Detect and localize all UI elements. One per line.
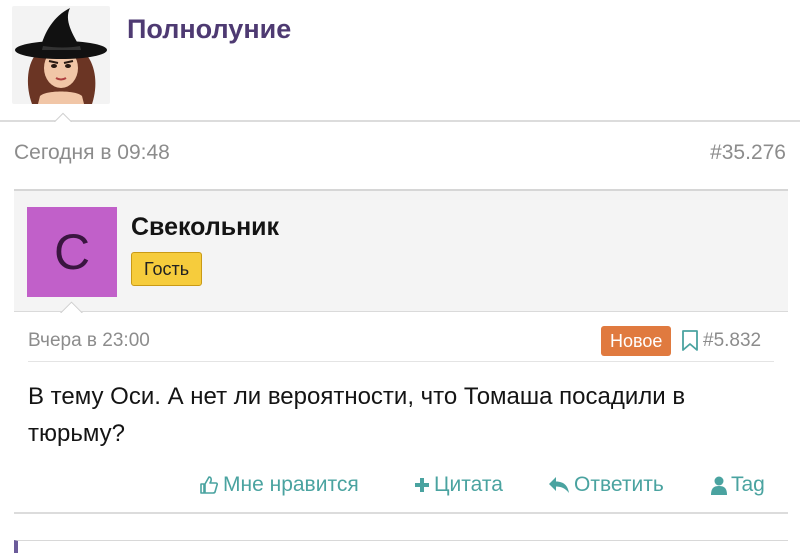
- quote-button[interactable]: Цитата: [414, 472, 503, 498]
- post-footer-divider: [14, 512, 788, 514]
- witch-avatar-image: [15, 8, 107, 104]
- reply-label: Ответить: [574, 473, 664, 496]
- quote-author-header: C Свекольник Гость: [14, 191, 788, 312]
- post-date[interactable]: Сегодня в 09:48: [14, 141, 170, 165]
- quote-text: В тему Оси. А нет ли вероятности, что То…: [28, 383, 686, 447]
- quote-label: Цитата: [434, 473, 503, 496]
- bookmark-icon[interactable]: [681, 330, 699, 351]
- like-button[interactable]: Мне нравится: [199, 472, 359, 498]
- quote-pointer: [59, 300, 83, 313]
- post-number[interactable]: #35.276: [710, 141, 786, 165]
- thumbs-up-icon: [200, 476, 218, 494]
- quote-date[interactable]: Вчера в 23:00: [28, 330, 150, 352]
- quote-author-avatar[interactable]: C: [27, 207, 117, 297]
- header-pointer: [52, 111, 74, 122]
- new-badge: Новое: [601, 326, 672, 356]
- header-divider: [0, 120, 800, 122]
- tag-label: Tag: [731, 473, 765, 496]
- guest-badge: Гость: [131, 252, 203, 286]
- plus-icon: [415, 478, 429, 492]
- quote-date-divider: [28, 361, 774, 362]
- like-label: Мне нравится: [223, 473, 359, 496]
- reply-button[interactable]: Ответить: [548, 472, 664, 498]
- user-icon: [711, 476, 727, 495]
- quote-number[interactable]: #5.832: [703, 330, 761, 352]
- next-post-box: [14, 540, 788, 553]
- quote-author-name[interactable]: Свекольник: [131, 213, 279, 242]
- quoted-message: C Свекольник Гость Вчера в 23:00 Новое #…: [14, 189, 788, 514]
- poster-avatar[interactable]: [12, 6, 110, 104]
- poster-name[interactable]: Полнолуние: [127, 14, 291, 45]
- reply-arrow-icon: [549, 477, 569, 493]
- tag-button[interactable]: Tag: [711, 472, 765, 498]
